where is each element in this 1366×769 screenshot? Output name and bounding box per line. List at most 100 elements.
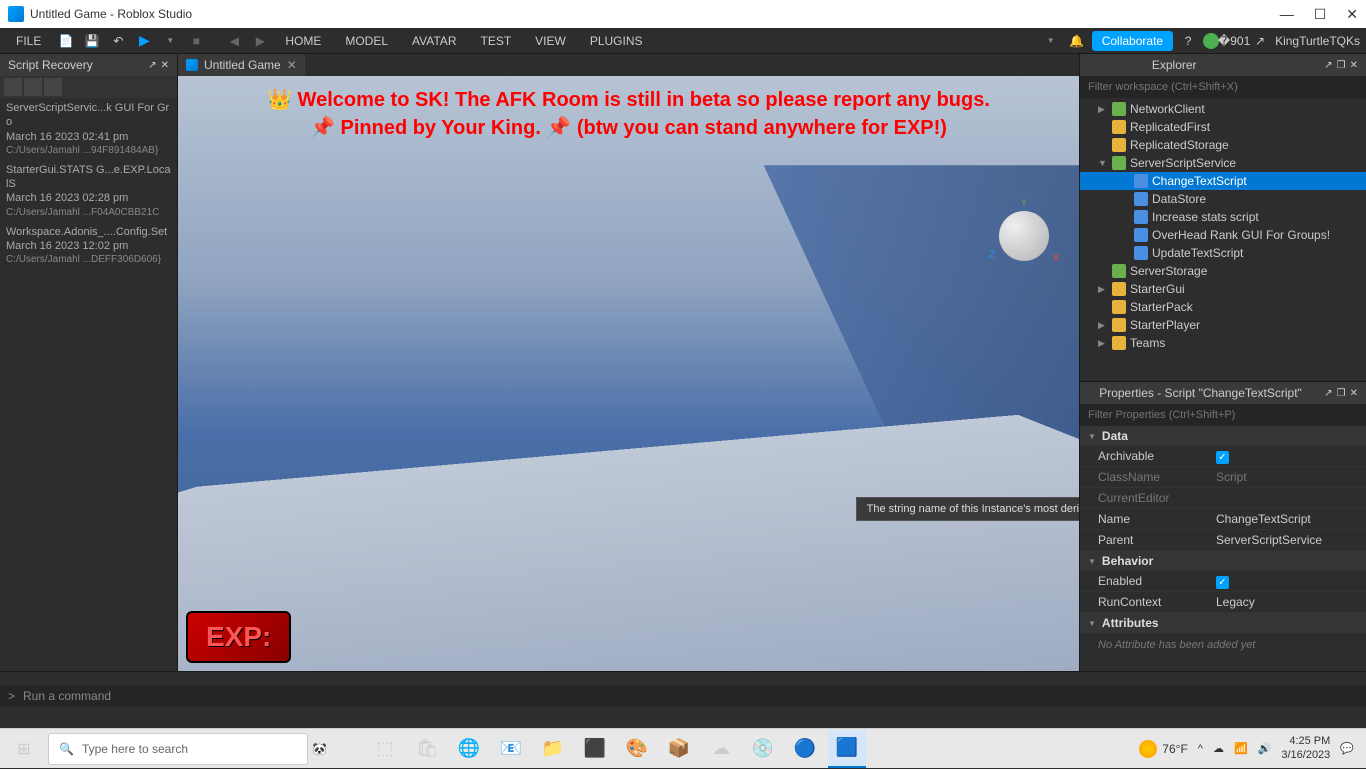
- panel-restore-icon[interactable]: ❐: [1337, 388, 1346, 399]
- app-icon[interactable]: ⬛: [576, 730, 614, 768]
- notifications-icon[interactable]: 🔔: [1066, 30, 1088, 52]
- tree-item[interactable]: ReplicatedStorage: [1080, 136, 1366, 154]
- prop-name[interactable]: Name ChangeTextScript: [1080, 509, 1366, 530]
- share-icon[interactable]: �901: [1223, 30, 1245, 52]
- taskbar-clock[interactable]: 4:25 PM 3/16/2023: [1281, 735, 1330, 761]
- tray-chevron-icon[interactable]: ^: [1198, 743, 1203, 755]
- recovery-item[interactable]: Workspace.Adonis_....Config.SetMarch 16 …: [0, 222, 177, 270]
- recovery-tool-1[interactable]: [4, 78, 22, 96]
- checkbox-icon[interactable]: ✓: [1216, 451, 1229, 464]
- explorer-icon[interactable]: 📁: [534, 730, 572, 768]
- tree-item[interactable]: UpdateTextScript: [1080, 244, 1366, 262]
- panel-undock-icon[interactable]: ↗: [1324, 60, 1332, 71]
- panel-close-icon[interactable]: ✕: [1350, 388, 1358, 399]
- minimize-button[interactable]: —: [1280, 6, 1294, 23]
- tab-label: Untitled Game: [204, 58, 281, 72]
- store-icon[interactable]: 🛍: [408, 730, 446, 768]
- recovery-tool-3[interactable]: [44, 78, 62, 96]
- tree-item[interactable]: ReplicatedFirst: [1080, 118, 1366, 136]
- recovery-item[interactable]: ServerScriptServic...k GUI For GroMarch …: [0, 98, 177, 160]
- onedrive-icon[interactable]: ☁: [702, 730, 740, 768]
- edge-icon[interactable]: 🌐: [450, 730, 488, 768]
- menu-test[interactable]: TEST: [470, 31, 521, 51]
- weather-widget[interactable]: 76°F: [1139, 740, 1187, 758]
- prop-archivable[interactable]: Archivable ✓: [1080, 446, 1366, 467]
- axis-z-label: Z: [989, 250, 995, 261]
- tree-item[interactable]: ▶Teams: [1080, 334, 1366, 352]
- tree-item[interactable]: Increase stats script: [1080, 208, 1366, 226]
- menu-avatar[interactable]: AVATAR: [402, 31, 466, 51]
- dropdown-icon[interactable]: ▼: [1040, 30, 1062, 52]
- maximize-button[interactable]: ☐: [1314, 6, 1327, 23]
- tree-item[interactable]: ChangeTextScript: [1080, 172, 1366, 190]
- prop-parent[interactable]: Parent ServerScriptService: [1080, 530, 1366, 551]
- amazon-icon[interactable]: 📦: [660, 730, 698, 768]
- recovery-item[interactable]: StarterGui.STATS G...e.EXP.LocalSMarch 1…: [0, 160, 177, 222]
- tree-item[interactable]: ▶NetworkClient: [1080, 100, 1366, 118]
- prop-classname: ClassName Script: [1080, 467, 1366, 488]
- section-data[interactable]: Data: [1080, 426, 1366, 446]
- panel-close-icon[interactable]: ✕: [1350, 60, 1358, 71]
- section-attributes[interactable]: Attributes: [1080, 613, 1366, 633]
- hp-icon[interactable]: 💿: [744, 730, 782, 768]
- panel-undock-icon[interactable]: ↗: [1324, 388, 1332, 399]
- status-dot-icon: [1203, 33, 1219, 49]
- nav-left-icon[interactable]: ◀: [223, 30, 245, 52]
- section-behavior[interactable]: Behavior: [1080, 551, 1366, 571]
- username-label[interactable]: KingTurtleTQKs: [1275, 34, 1360, 48]
- undo-icon[interactable]: ↶: [107, 30, 129, 52]
- checkbox-icon[interactable]: ✓: [1216, 576, 1229, 589]
- tree-item[interactable]: StarterPack: [1080, 298, 1366, 316]
- properties-filter-input[interactable]: [1080, 404, 1366, 426]
- prop-runcontext[interactable]: RunContext Legacy: [1080, 592, 1366, 613]
- tray-volume-icon[interactable]: 🔊: [1258, 742, 1272, 755]
- menu-file[interactable]: FILE: [6, 31, 51, 51]
- menu-plugins[interactable]: PLUGINS: [580, 31, 653, 51]
- share-icon[interactable]: ↗: [1249, 30, 1271, 52]
- task-view-icon[interactable]: ⬚: [366, 730, 404, 768]
- roblox-studio-icon[interactable]: 🟦: [828, 730, 866, 768]
- new-file-icon[interactable]: 📄: [55, 30, 77, 52]
- app-icon[interactable]: 🎨: [618, 730, 656, 768]
- panel-restore-icon[interactable]: ❐: [1337, 60, 1346, 71]
- tree-item[interactable]: ▶StarterGui: [1080, 280, 1366, 298]
- taskbar-search[interactable]: 🔍 Type here to search: [48, 733, 308, 765]
- close-button[interactable]: ✕: [1346, 6, 1358, 23]
- stop-icon[interactable]: ■: [185, 30, 207, 52]
- explorer-filter-input[interactable]: [1080, 76, 1366, 98]
- nav-right-icon[interactable]: ▶: [249, 30, 271, 52]
- chrome-icon[interactable]: 🔵: [786, 730, 824, 768]
- no-attributes-label: No Attribute has been added yet: [1080, 633, 1366, 657]
- start-button[interactable]: ⊞: [4, 729, 44, 769]
- panel-close-icon[interactable]: ✕: [161, 60, 169, 71]
- tray-wifi-icon[interactable]: 📶: [1234, 742, 1248, 755]
- help-icon[interactable]: ?: [1177, 30, 1199, 52]
- tab-untitled-game[interactable]: Untitled Game ✕: [178, 54, 305, 76]
- tree-item[interactable]: OverHead Rank GUI For Groups!: [1080, 226, 1366, 244]
- recovery-tool-2[interactable]: [24, 78, 42, 96]
- tree-item[interactable]: ▶StarterPlayer: [1080, 316, 1366, 334]
- save-icon[interactable]: 💾: [81, 30, 103, 52]
- axis-y-label: Y: [1021, 198, 1028, 209]
- menu-view[interactable]: VIEW: [525, 31, 576, 51]
- menu-home[interactable]: HOME: [275, 31, 331, 51]
- menu-model[interactable]: MODEL: [335, 31, 398, 51]
- tree-item[interactable]: DataStore: [1080, 190, 1366, 208]
- outlook-icon[interactable]: 📧: [492, 730, 530, 768]
- command-bar[interactable]: > Run a command: [0, 685, 1366, 707]
- play-icon[interactable]: ▶: [133, 30, 155, 52]
- prop-enabled[interactable]: Enabled ✓: [1080, 571, 1366, 592]
- panel-undock-icon[interactable]: ↗: [148, 60, 156, 71]
- tree-item[interactable]: ▼ServerScriptService: [1080, 154, 1366, 172]
- play-dropdown-icon[interactable]: ▼: [159, 30, 181, 52]
- tray-onedrive-icon[interactable]: ☁: [1213, 742, 1224, 755]
- horizontal-scrollbar[interactable]: [0, 671, 1366, 685]
- tree-item[interactable]: ServerStorage: [1080, 262, 1366, 280]
- view-orientation-gizmo[interactable]: Y X Z: [994, 206, 1054, 266]
- search-placeholder: Type here to search: [82, 742, 188, 756]
- viewport-3d[interactable]: 👑 Welcome to SK! The AFK Room is still i…: [178, 76, 1079, 671]
- collaborate-button[interactable]: Collaborate: [1092, 31, 1173, 51]
- notifications-icon[interactable]: 💬: [1340, 742, 1354, 755]
- tab-close-icon[interactable]: ✕: [287, 58, 297, 72]
- roblox-logo-icon: [8, 6, 24, 22]
